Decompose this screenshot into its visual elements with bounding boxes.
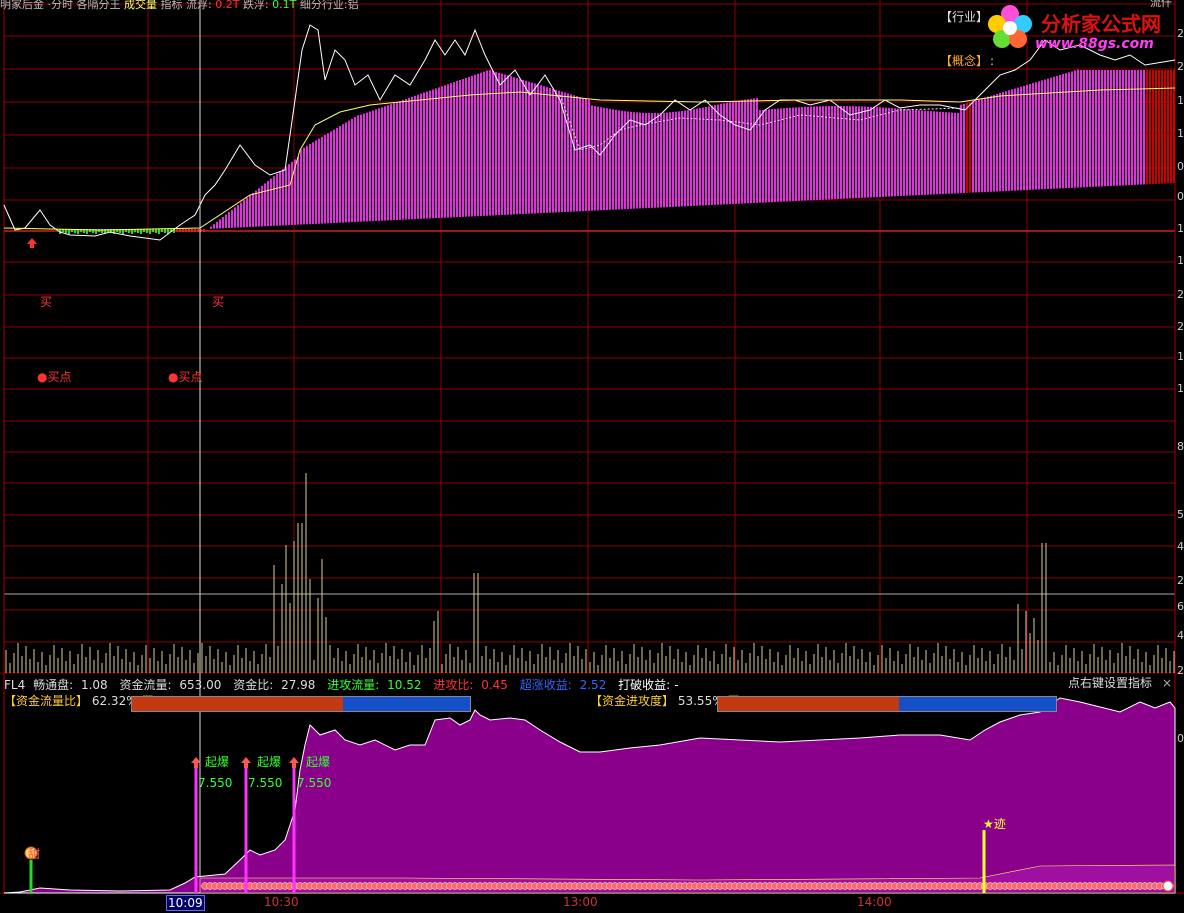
top-item-5: 流浮: — [186, 0, 212, 11]
chart-canvas[interactable] — [0, 0, 1184, 913]
up-arrow-icon — [27, 238, 37, 248]
top-item-6: 0.2T — [215, 0, 240, 11]
buy-signal-2: 买 — [212, 295, 225, 309]
gauge-0-rest — [342, 697, 470, 711]
qibao-label-3: 起爆 — [306, 755, 331, 769]
y-axis-label: 2 — [1177, 320, 1184, 333]
qibao-value-1: 7.550 — [198, 776, 233, 790]
panel-name: FL4 — [4, 678, 26, 692]
panel-item-3: 进攻流量: 10.52 — [327, 678, 422, 692]
buy-point-2: ●买点 — [168, 370, 203, 384]
gauge-1-fill — [718, 697, 899, 711]
y-axis-label: 0 — [1177, 190, 1184, 203]
y-axis-label: 8 — [1177, 440, 1184, 453]
top-item-0: 明家后金 — [0, 0, 44, 11]
logo-url: www.88gs.com — [1035, 36, 1154, 52]
top-item-2: 各隔分王 — [76, 0, 121, 11]
top-item-3: 成交量 — [124, 0, 157, 11]
panel-item-2: 资金比: 27.98 — [233, 678, 316, 692]
indicator-panel-title: FL4 畅通盘: 1.08 资金流量: 653.00 资金比: 27.98 进攻… — [4, 676, 687, 693]
right-click-hint[interactable]: 点右键设置指标 — [1068, 676, 1152, 690]
close-panel-icon[interactable]: × — [1162, 676, 1172, 690]
time-label-1300: 13:00 — [563, 895, 598, 909]
time-cursor-label: 10:09 — [166, 895, 205, 911]
gauge-0-bar — [131, 696, 471, 712]
panel-item-5: 超涨收益: 2.52 — [519, 678, 607, 692]
panel-item-6: 打破收益: - — [618, 678, 679, 692]
ling-marker: 甜 — [28, 847, 41, 861]
concept-value: : — [990, 54, 995, 68]
qibao-arrow-icon — [289, 757, 299, 768]
y-axis-label: 2 — [1177, 664, 1184, 677]
y-axis-label: 1 — [1177, 222, 1184, 235]
y-axis-label: 0 — [1177, 732, 1184, 745]
dot-icon: ● — [37, 370, 48, 384]
y-axis-label: 0 — [1177, 160, 1184, 173]
gauge-1-rest — [899, 697, 1056, 711]
y-axis-label: 1 — [1177, 382, 1184, 395]
panel-item-0: 畅通盘: 1.08 — [33, 678, 108, 692]
time-label-1030: 10:30 — [264, 895, 299, 909]
star-icon: ★ — [983, 817, 994, 831]
y-axis-label: 5 — [1177, 508, 1184, 521]
y-axis-label: 1 — [1177, 127, 1184, 140]
flower-logo-icon — [988, 5, 1032, 48]
y-axis-label: 2 — [1177, 288, 1184, 301]
time-label-1400: 14:00 — [857, 895, 892, 909]
y-axis-label: 1 — [1177, 94, 1184, 107]
y-axis-label: 2 — [1177, 60, 1184, 73]
top-item-8: 0.1T — [272, 0, 297, 11]
y-axis-label: 2 — [1177, 574, 1184, 587]
industry-tag[interactable]: 【行业】 — [940, 10, 988, 24]
buy-point-1: ●买点 — [37, 370, 72, 384]
logo-name: 分析家公式网 — [1041, 12, 1161, 36]
top-item-9: 细分行业:铝 — [299, 0, 359, 11]
qibao-label-2: 起爆 — [257, 755, 282, 769]
concept-tag[interactable]: 【概念】 — [940, 54, 988, 68]
top-item-7: 跌浮: — [242, 0, 269, 11]
top-item-4: 指标 — [160, 0, 183, 11]
panel-item-4: 进攻比: 0.45 — [433, 678, 508, 692]
gauge-0-fill — [132, 697, 343, 711]
qibao-value-2: 7.550 — [248, 776, 283, 790]
top-item-1: ·分时 — [47, 0, 74, 11]
qibao-value-3: 7.550 — [297, 776, 332, 790]
site-logo: 分析家公式网 www.88gs.com — [985, 2, 1180, 54]
panel-item-1: 资金流量: 653.00 — [119, 678, 222, 692]
y-axis-label: 4 — [1177, 540, 1184, 553]
qibao-label-1: 起爆 — [205, 755, 230, 769]
star-marker: ★迹 — [983, 817, 1006, 831]
y-axis-label: 6 — [1177, 600, 1184, 613]
gauge-1-bar — [717, 696, 1057, 712]
dot-icon: ● — [168, 370, 179, 384]
top-info-bar: 明家后金 ·分时 各隔分王 成交量 指标 流浮: 0.2T 跌浮: 0.1T 细… — [0, 0, 359, 11]
y-axis-label: 1 — [1177, 254, 1184, 267]
money-flow-area — [3, 697, 1176, 894]
y-axis-label: 2 — [1177, 27, 1184, 40]
bead-end-icon — [1162, 880, 1174, 892]
qibao-arrow-icon — [241, 757, 251, 768]
buy-signal-1: 买 — [40, 295, 53, 309]
y-axis-label: 1 — [1177, 350, 1184, 363]
y-axis-label: 4 — [1177, 629, 1184, 642]
